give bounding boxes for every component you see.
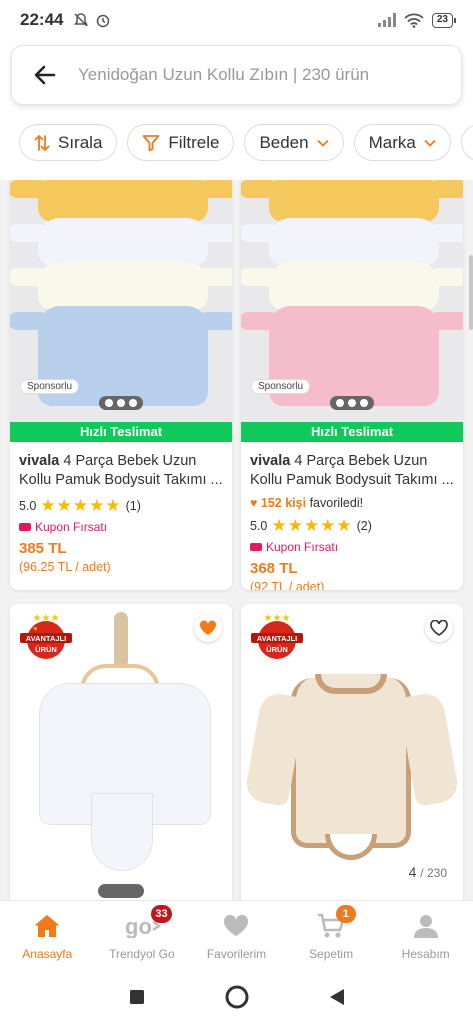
nav-cart[interactable]: Sepetim 1 [284, 901, 379, 970]
product-card[interactable]: ★★★ AVANTAJLI ÜRÜN [10, 604, 232, 900]
system-navigation-bar [0, 970, 473, 1024]
sort-label: Sırala [58, 132, 103, 152]
more-filter-chip[interactable]: F [460, 124, 473, 161]
coupon-icon [19, 523, 31, 531]
favorite-count: ♥ 152 kişi favoriledi! [250, 496, 364, 510]
product-grid: Sponsorlu Hızlı Teslimat vivala 4 Parça … [0, 180, 473, 900]
results-page-counter: 4 / 230 [400, 860, 455, 884]
size-label: Beden [259, 132, 309, 152]
svg-text:go: go [125, 914, 152, 938]
orange-heart-icon: ♥ [250, 496, 258, 510]
wifi-icon [404, 13, 424, 28]
home-icon [34, 914, 60, 937]
advantage-badge: ★★★ AVANTAJLI ÜRÜN [20, 614, 72, 659]
heart-icon [224, 914, 249, 936]
product-price: 385 TL [19, 540, 67, 557]
funnel-icon [143, 134, 160, 151]
mute-bell-icon [74, 13, 89, 27]
scrollbar[interactable] [469, 255, 473, 330]
rating-row: 5.0 ★★★★★ (2) [250, 516, 454, 536]
image-carousel-dots[interactable] [330, 396, 374, 410]
chevron-down-icon [316, 139, 329, 147]
clock: 22:44 [20, 10, 64, 29]
search-bar[interactable]: Yenidoğan Uzun Kollu Zıbın | 230 ürün [11, 45, 462, 105]
go-count-badge: 33 [151, 905, 172, 923]
coupon-icon [250, 543, 262, 551]
nav-account-label: Hesabım [401, 946, 450, 961]
review-count: (1) [125, 499, 141, 513]
rating-score: 5.0 [19, 499, 37, 513]
fast-delivery-badge: Hızlı Teslimat [10, 422, 232, 442]
nav-favorites[interactable]: Favorilerim [189, 901, 284, 970]
product-title: vivala 4 Parça Bebek Uzun Kollu Pamuk Bo… [19, 453, 223, 488]
nav-account[interactable]: Hesabım [378, 901, 473, 970]
nav-trendyol-go[interactable]: go Trendyol Go 33 [95, 901, 190, 970]
star-rating-icon: ★★★★★ [40, 496, 122, 515]
coupon-label: Kupon Fırsatı [250, 540, 454, 554]
svg-text:★★★: ★★★ [33, 614, 60, 624]
advantage-badge: ★★★ AVANTAJLI ÜRÜN [251, 614, 303, 659]
bottom-navigation: Anasayfa go Trendyol Go 33 Favorilerim S… [0, 900, 473, 970]
back-button[interactable] [12, 63, 78, 87]
unit-price: (92 TL / adet) [250, 580, 325, 590]
coupon-label: Kupon Fırsatı [19, 520, 223, 534]
product-price: 368 TL [250, 560, 298, 577]
product-title: vivala 4 Parça Bebek Uzun Kollu Pamuk Bo… [250, 453, 454, 488]
product-card[interactable]: ★★★ AVANTAJLI ÜRÜN 4 / 230 [241, 604, 463, 900]
sort-icon [34, 134, 50, 151]
filter-label: Filtrele [168, 132, 220, 152]
nav-favorites-label: Favorilerim [206, 946, 267, 961]
nav-home[interactable]: Anasayfa [0, 901, 95, 970]
review-count: (2) [356, 519, 372, 533]
brand-label: Marka [368, 132, 416, 152]
alarm-icon [97, 14, 110, 28]
star-rating-icon: ★★★★★ [271, 516, 353, 535]
recent-apps-icon[interactable] [129, 989, 145, 1005]
product-image[interactable]: ★★★ AVANTAJLI ÜRÜN [10, 604, 232, 900]
sponsored-tag: Sponsorlu [20, 379, 80, 394]
battery-indicator: 23 [431, 12, 457, 28]
size-filter-chip[interactable]: Beden [244, 124, 344, 161]
svg-text:ÜRÜN: ÜRÜN [266, 645, 288, 654]
unit-price: (96.25 TL / adet) [19, 560, 111, 574]
fast-delivery-badge: Hızlı Teslimat [241, 422, 463, 442]
favorite-button[interactable] [194, 614, 222, 642]
svg-text:ÜRÜN: ÜRÜN [35, 645, 57, 654]
nav-cart-label: Sepetim [309, 946, 354, 961]
product-image[interactable]: Sponsorlu [241, 180, 463, 422]
status-bar: 22:44 23 [0, 0, 473, 40]
svg-text:AVANTAJLI: AVANTAJLI [26, 634, 66, 643]
signal-icon [377, 13, 396, 27]
arrow-left-icon [34, 65, 56, 85]
image-carousel-dots[interactable] [99, 396, 143, 410]
filter-bar: Sırala Filtrele Beden Marka F [19, 124, 473, 161]
sponsored-tag: Sponsorlu [251, 379, 311, 394]
user-icon [413, 914, 438, 938]
search-query-text[interactable]: Yenidoğan Uzun Kollu Zıbın | 230 ürün [78, 65, 369, 85]
brand-filter-chip[interactable]: Marka [353, 124, 451, 161]
product-card[interactable]: Sponsorlu Hızlı Teslimat vivala 4 Parça … [10, 180, 232, 590]
sort-button[interactable]: Sırala [19, 124, 118, 161]
back-triangle-icon[interactable] [329, 988, 345, 1006]
svg-text:AVANTAJLI: AVANTAJLI [257, 634, 297, 643]
filter-button[interactable]: Filtrele [127, 124, 235, 161]
home-circle-icon[interactable] [225, 985, 249, 1009]
svg-text:★★★: ★★★ [264, 614, 291, 624]
rating-row: 5.0 ★★★★★ (1) [19, 496, 223, 516]
nav-home-label: Anasayfa [22, 946, 73, 961]
cart-count-badge: 1 [335, 905, 356, 923]
favorite-button[interactable] [425, 614, 453, 642]
product-image[interactable]: Sponsorlu [10, 180, 232, 422]
product-image[interactable]: ★★★ AVANTAJLI ÜRÜN 4 / 230 [241, 604, 463, 900]
top-bar: Yenidoğan Uzun Kollu Zıbın | 230 ürün Sı… [0, 40, 473, 180]
product-card[interactable]: Sponsorlu Hızlı Teslimat vivala 4 Parça … [241, 180, 463, 590]
nav-go-label: Trendyol Go [109, 946, 175, 961]
rating-score: 5.0 [250, 519, 268, 533]
heart-outline-icon [430, 620, 448, 636]
heart-filled-icon [199, 620, 217, 635]
chevron-down-icon [424, 139, 436, 147]
